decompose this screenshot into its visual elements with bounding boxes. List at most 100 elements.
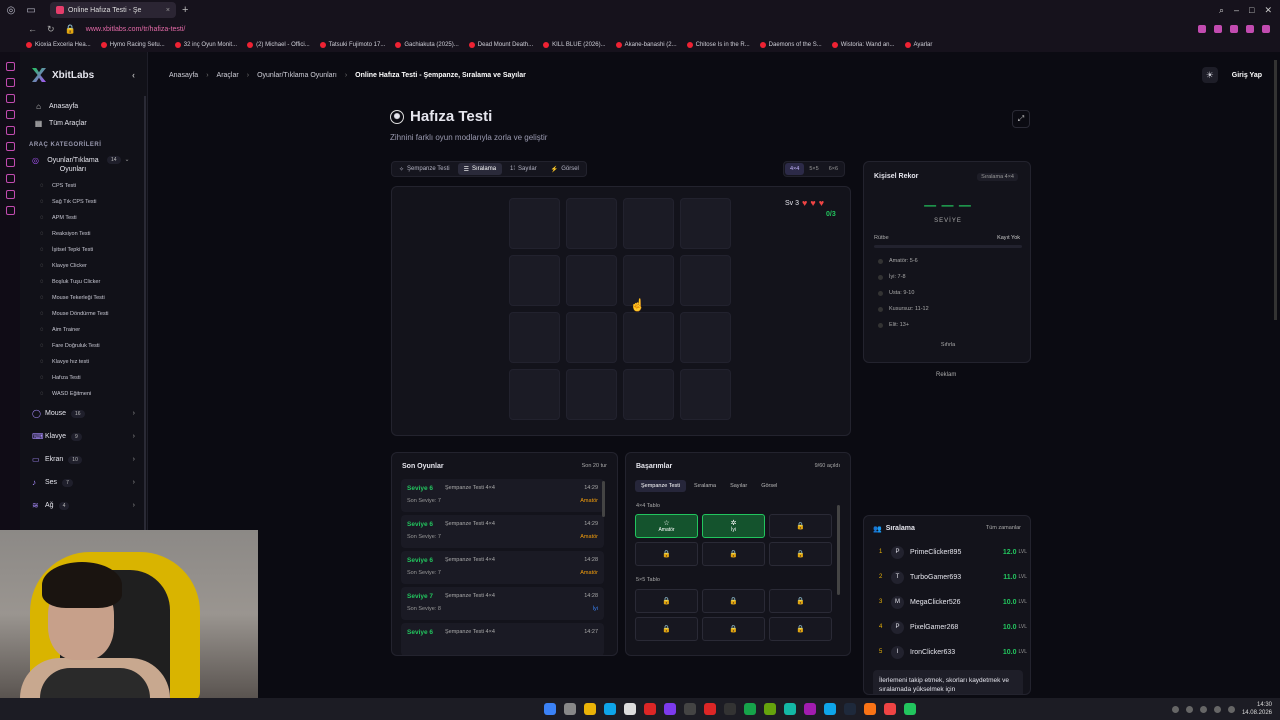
sidebar-item-all-tools[interactable]: ▦ Tüm Araçlar bbox=[20, 115, 147, 132]
sidebar-subitem[interactable]: ◌ Mouse Tekerleği Testi bbox=[20, 290, 147, 306]
bookmark[interactable]: Wistoria: Wand an... bbox=[831, 42, 895, 48]
grid-cell[interactable] bbox=[623, 312, 674, 363]
sidebar-subitem[interactable]: ◌ CPS Testi bbox=[20, 178, 147, 194]
bookmark[interactable]: Dead Mount Death... bbox=[468, 42, 533, 48]
bookmark[interactable]: Daemons of the S... bbox=[759, 42, 822, 48]
extension-icon[interactable] bbox=[1230, 25, 1238, 33]
collapse-sidebar-icon[interactable]: ‹ bbox=[132, 70, 135, 80]
grid-cell[interactable] bbox=[623, 198, 674, 249]
grid-cell[interactable] bbox=[509, 369, 560, 420]
browser-menu-icon[interactable]: ◎ bbox=[4, 3, 18, 17]
bookmark[interactable]: Tatsuki Fujimoto 17... bbox=[319, 42, 385, 48]
ach-tab[interactable]: Şempanze Testi bbox=[635, 480, 687, 492]
app-icon[interactable] bbox=[664, 703, 676, 715]
file-explorer-icon[interactable] bbox=[584, 703, 596, 715]
app-icon[interactable] bbox=[864, 703, 876, 715]
tab-close-icon[interactable]: × bbox=[166, 7, 170, 14]
rail-app-icon[interactable] bbox=[5, 174, 15, 183]
url-field[interactable]: www.xbitlabs.com/tr/hafiza-testi/ bbox=[86, 26, 186, 33]
sidebar-subitem[interactable]: ◌ WASD Eğitmeni bbox=[20, 386, 147, 402]
sidebar-subitem[interactable]: ◌ Fare Doğruluk Testi bbox=[20, 338, 147, 354]
achievement-badge[interactable]: 🔒 bbox=[769, 617, 832, 641]
app-icon[interactable] bbox=[804, 703, 816, 715]
ach-tab[interactable]: Görsel bbox=[755, 480, 783, 492]
tab-visual[interactable]: ⚡ Görsel bbox=[545, 163, 585, 175]
tray-icon[interactable] bbox=[1171, 705, 1179, 713]
tab-sequence[interactable]: ☰ Sıralama bbox=[457, 163, 503, 175]
tab-chimp-test[interactable]: ✧ Şempanze Testi bbox=[393, 163, 456, 175]
sidebar-subitem[interactable]: ◌ Hafıza Testi bbox=[20, 370, 147, 386]
grid-cell[interactable] bbox=[680, 198, 731, 249]
sidebar-subitem[interactable]: ◌ Reaksiyon Testi bbox=[20, 226, 147, 242]
app-icon[interactable] bbox=[884, 703, 896, 715]
tray-icon[interactable] bbox=[1199, 705, 1207, 713]
extension-icon[interactable] bbox=[1214, 25, 1222, 33]
brand-logo[interactable]: XbitLabs ‹ bbox=[20, 52, 147, 98]
search-icon[interactable] bbox=[564, 703, 576, 715]
reload-icon[interactable]: ↻ bbox=[47, 24, 55, 35]
bookmark[interactable]: Hymo Racing Setu... bbox=[100, 42, 165, 48]
app-icon[interactable] bbox=[744, 703, 756, 715]
grid-cell[interactable] bbox=[680, 312, 731, 363]
bookmark[interactable]: KILL BLUE (2026)... bbox=[543, 42, 606, 48]
browser-tab-active[interactable]: Online Hafıza Testi - Şe × bbox=[50, 2, 176, 18]
minimize-icon[interactable]: – bbox=[1234, 5, 1239, 16]
size-4x4[interactable]: 4×4 bbox=[785, 163, 805, 175]
app-icon[interactable] bbox=[704, 703, 716, 715]
app-icon[interactable] bbox=[784, 703, 796, 715]
rail-app-icon[interactable] bbox=[5, 110, 15, 119]
grid-cell[interactable] bbox=[623, 369, 674, 420]
rail-app-icon[interactable] bbox=[5, 62, 15, 71]
achievement-badge[interactable]: 🔒 bbox=[702, 617, 765, 641]
achievement-badge[interactable]: 🔒 bbox=[769, 514, 832, 538]
tray-icon[interactable] bbox=[1185, 705, 1193, 713]
extension-icon[interactable] bbox=[1262, 25, 1270, 33]
fullscreen-button[interactable]: ⤢ bbox=[1012, 110, 1030, 128]
sidebar-scrollbar[interactable] bbox=[144, 96, 146, 530]
achievement-badge[interactable]: 🔒 bbox=[635, 617, 698, 641]
sidebar-group-keyboard[interactable]: ⌨ Klavye 9 › bbox=[20, 425, 147, 448]
sidebar-subitem[interactable]: ◌ İşitsel Tepki Testi bbox=[20, 242, 147, 258]
sidebar-subitem[interactable]: ◌ Aim Trainer bbox=[20, 322, 147, 338]
sidebar-subitem[interactable]: ◌ Klavye hız testi bbox=[20, 354, 147, 370]
grid-cell[interactable] bbox=[509, 255, 560, 306]
app-icon[interactable] bbox=[764, 703, 776, 715]
ach-tab[interactable]: Sayılar bbox=[724, 480, 753, 492]
app-icon[interactable] bbox=[684, 703, 696, 715]
bookmark[interactable]: 32 inç Oyun Monit... bbox=[174, 42, 237, 48]
rail-app-icon[interactable] bbox=[5, 190, 15, 199]
achievement-badge[interactable]: 🔒 bbox=[635, 542, 698, 566]
volume-icon[interactable] bbox=[1227, 705, 1235, 713]
achievement-badge[interactable]: ☆ Amatör bbox=[635, 514, 698, 538]
sidebar-item-home[interactable]: ⌂ Anasayfa bbox=[20, 98, 147, 115]
achievement-badge[interactable]: 🔒 bbox=[635, 589, 698, 613]
breadcrumb-item[interactable]: Oyunlar/Tıklama Oyunları bbox=[257, 72, 337, 79]
app-icon[interactable] bbox=[824, 703, 836, 715]
back-icon[interactable]: ← bbox=[28, 24, 37, 34]
rail-app-icon[interactable] bbox=[5, 78, 15, 87]
bookmark[interactable]: Chitose Is in the R... bbox=[686, 42, 750, 48]
sidebar-group-screen[interactable]: ▭ Ekran 10 › bbox=[20, 448, 147, 471]
bookmark[interactable]: Gachiakuta (2025)... bbox=[395, 42, 459, 48]
sidebar-subitem[interactable]: ◌ APM Testi bbox=[20, 210, 147, 226]
achievement-badge[interactable]: ✲ İyi bbox=[702, 514, 765, 538]
maximize-icon[interactable]: □ bbox=[1249, 5, 1254, 16]
bookmark[interactable]: Akane-banashi (2... bbox=[615, 42, 677, 48]
page-scrollbar[interactable] bbox=[1274, 60, 1277, 320]
grid-cell[interactable] bbox=[509, 198, 560, 249]
grid-cell[interactable] bbox=[566, 255, 617, 306]
extension-icon[interactable] bbox=[1198, 25, 1206, 33]
edge-icon[interactable] bbox=[604, 703, 616, 715]
clock[interactable]: 14:30 14.08.2026 bbox=[1242, 701, 1272, 717]
opera-icon[interactable] bbox=[644, 703, 656, 715]
grid-cell[interactable] bbox=[509, 312, 560, 363]
sidebar-subitem[interactable]: ◌ Klavye Clicker bbox=[20, 258, 147, 274]
grid-cell[interactable] bbox=[680, 369, 731, 420]
app-icon[interactable] bbox=[904, 703, 916, 715]
tab-numbers[interactable]: 1⁞ Sayılar bbox=[504, 163, 543, 175]
rail-app-icon[interactable] bbox=[5, 94, 15, 103]
achievements-scrollbar[interactable] bbox=[837, 505, 840, 595]
bookmark[interactable]: (2) Michael - Offici... bbox=[247, 42, 310, 48]
rail-app-icon[interactable] bbox=[5, 158, 15, 167]
sidebar-subitem[interactable]: ◌ Sağ Tık CPS Testi bbox=[20, 194, 147, 210]
